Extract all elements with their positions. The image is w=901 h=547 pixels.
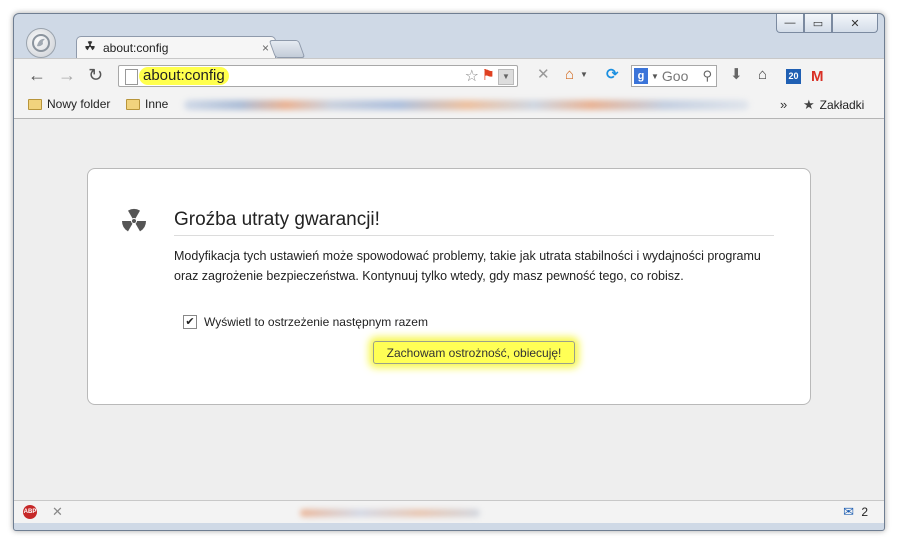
bookmark-label: Inne — [145, 97, 169, 111]
bookmarks-menu-label: Zakładki — [819, 98, 865, 112]
show-warning-label: Wyświetl to ostrzeżenie następnym razem — [204, 315, 428, 329]
star-icon: ★ — [803, 97, 815, 112]
gmail-icon[interactable]: M — [811, 68, 824, 85]
folder-icon — [126, 98, 140, 110]
minimize-button[interactable]: — — [776, 14, 804, 33]
browser-window: about:config × — ▭ ✕ ← → ↻ about:config … — [13, 13, 885, 531]
page-icon — [125, 69, 138, 85]
bookmark-star-icon[interactable]: ☆ — [465, 66, 479, 86]
radiation-warning-icon — [119, 206, 149, 236]
radiation-icon — [83, 39, 97, 56]
warning-title: Groźba utraty gwarancji! — [174, 209, 774, 236]
calendar-icon[interactable]: 20 — [786, 69, 801, 84]
warning-text: Modyfikacja tych ustawień może spowodowa… — [174, 249, 761, 283]
folder-icon — [28, 98, 42, 110]
search-engine-icon[interactable]: g — [634, 68, 648, 84]
tab-close-icon[interactable]: × — [262, 41, 269, 55]
blurred-bookmarks — [184, 100, 749, 110]
chevron-down-icon[interactable]: ▼ — [580, 66, 588, 84]
back-button[interactable]: ← — [28, 65, 46, 85]
chevron-down-icon[interactable]: ▼ — [651, 72, 659, 81]
navigation-toolbar: ← → ↻ about:config ☆ ⚑ ▼ ✕ ⌂ ▼ ⟳ g ▼ Goo… — [14, 58, 884, 93]
status-bar: ABP ✕ ✉ 2 — [14, 500, 884, 523]
bookmarks-overflow-button[interactable]: » — [780, 97, 787, 112]
reload-button[interactable]: ↻ — [88, 65, 103, 85]
bookmark-folder-nowy-folder[interactable]: Nowy folder — [28, 97, 110, 111]
home-menu-icon[interactable]: ⌂ — [565, 66, 574, 84]
tab-strip: about:config × — ▭ ✕ — [14, 14, 884, 58]
bookmarks-bar: Nowy folder Inne » ★ Zakładki — [14, 92, 884, 119]
url-input[interactable]: about:config — [139, 67, 229, 85]
url-dropdown-icon[interactable]: ▼ — [498, 69, 514, 85]
mail-icon[interactable]: ✉ — [843, 504, 854, 520]
show-warning-checkbox[interactable]: ✔ — [183, 315, 197, 329]
page-content: Groźba utraty gwarancji! Modyfikacja tyc… — [14, 119, 884, 500]
warning-card: Groźba utraty gwarancji! Modyfikacja tyc… — [87, 168, 811, 405]
tab-title: about:config — [103, 40, 169, 55]
blurred-status-text — [300, 509, 480, 517]
tab-about-config[interactable]: about:config × — [76, 36, 276, 58]
forward-button[interactable]: → — [58, 65, 76, 85]
url-bar[interactable]: about:config ☆ ⚑ ▼ — [118, 65, 518, 87]
stop-icon[interactable]: ✕ — [537, 66, 550, 84]
download-icon[interactable]: ⬇ — [730, 66, 743, 84]
new-tab-button[interactable] — [268, 40, 306, 58]
flag-icon[interactable]: ⚑ — [482, 66, 495, 84]
bookmark-label: Nowy folder — [47, 97, 111, 111]
close-button[interactable]: ✕ — [832, 14, 878, 33]
sync-icon[interactable]: ⟳ — [606, 66, 619, 84]
bookmark-folder-inne[interactable]: Inne — [126, 97, 168, 111]
mail-count: 2 — [861, 505, 868, 519]
accept-risk-button[interactable]: Zachowam ostrożność, obiecuję! — [373, 341, 575, 364]
firefox-menu-icon[interactable] — [26, 28, 56, 58]
bookmarks-menu-button[interactable]: ★ Zakładki — [803, 97, 864, 113]
close-icon[interactable]: ✕ — [52, 504, 63, 520]
search-icon[interactable]: ⚲ — [702, 68, 712, 84]
maximize-button[interactable]: ▭ — [804, 14, 832, 33]
home-icon[interactable]: ⌂ — [758, 66, 767, 84]
adblock-icon[interactable]: ABP — [23, 505, 37, 519]
window-controls: — ▭ ✕ — [776, 14, 878, 33]
search-box[interactable]: g ▼ Goo ⚲ — [631, 65, 717, 87]
search-input[interactable]: Goo — [662, 68, 703, 84]
show-warning-checkbox-row[interactable]: ✔ Wyświetl to ostrzeżenie następnym raze… — [183, 315, 428, 329]
